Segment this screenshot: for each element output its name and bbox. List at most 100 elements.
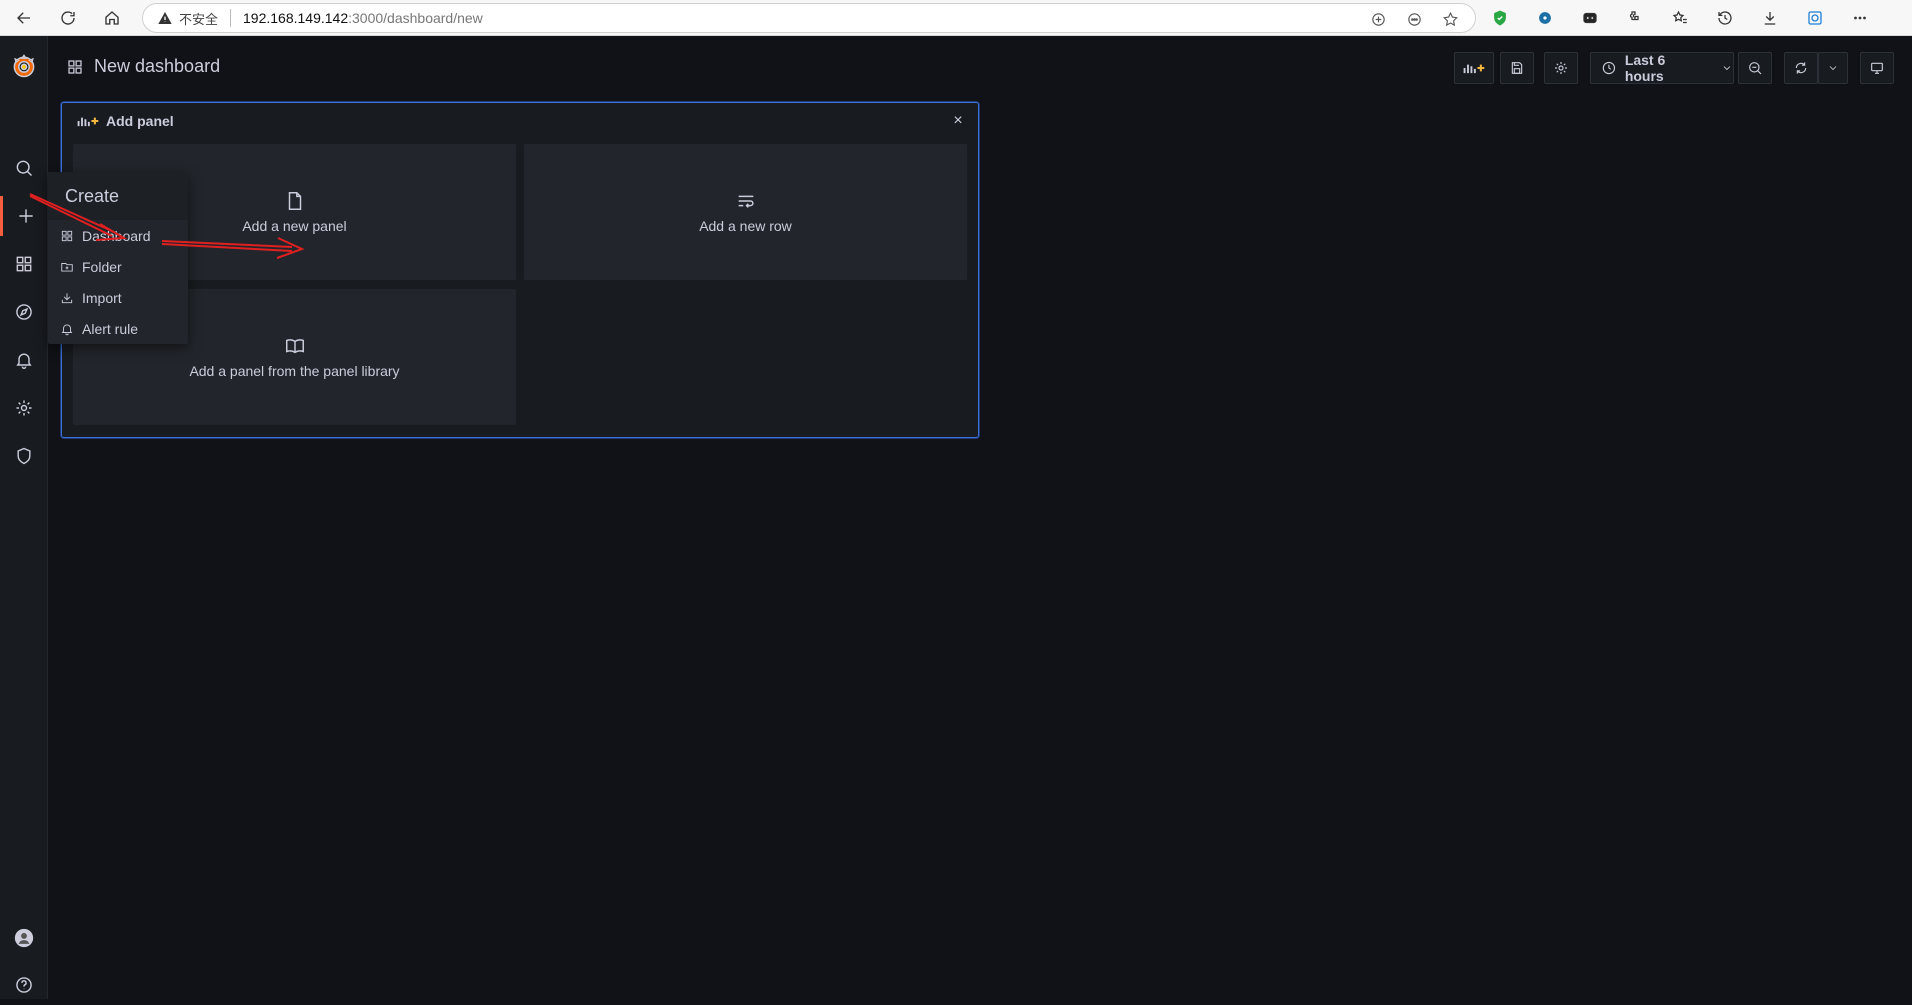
save-icon [1511,62,1523,74]
back-button[interactable] [6,0,42,36]
sidebar-item-profile[interactable] [0,918,48,958]
grafana-logo-button[interactable] [0,42,48,90]
home-button[interactable] [94,0,130,36]
create-menu-item-alert-rule[interactable]: Alert rule [48,313,188,344]
import-icon [61,292,73,303]
extension-shield-button[interactable] [1488,6,1512,30]
chevron-down-icon [1723,66,1731,71]
create-menu-item-folder[interactable]: Folder [48,251,188,282]
folder-plus-icon [61,262,73,272]
reload-icon [61,11,75,25]
home-icon [105,11,119,25]
page-title[interactable]: New dashboard [66,56,220,77]
sidebar-item-search[interactable] [0,148,48,188]
url-path: :3000/dashboard/new [348,10,483,26]
create-menu: Create Dashboard Folder Import Alert rul… [48,172,188,344]
add-panel-title: Add panel [106,113,174,129]
mask-icon [1583,12,1597,24]
bell-icon [16,353,32,369]
monitor-icon [1871,62,1883,74]
edge-ie-button[interactable] [1803,6,1827,30]
refresh-button[interactable] [1784,52,1818,84]
sidebar [0,36,48,999]
sidebar-item-configuration[interactable] [0,388,48,428]
sync-icon [1795,62,1807,74]
extension-gear-icon [1539,12,1551,24]
sidebar-item-alerting[interactable] [0,340,48,380]
plus-icon [18,209,33,223]
download-icon [1764,12,1776,25]
bell-icon [61,323,73,335]
shield-icon [17,447,31,465]
close-button[interactable]: × [948,111,968,131]
address-separator [230,9,232,27]
sidebar-item-dashboards[interactable] [0,244,48,284]
puzzle-icon [1629,11,1639,21]
favorite-button[interactable] [1439,8,1461,30]
extension-toolbar [1480,0,1872,36]
compass-icon [16,304,32,320]
add-new-panel-label: Add a new panel [242,218,347,234]
star-icon [1442,11,1458,26]
sidebar-item-help[interactable] [0,965,48,1005]
add-library-panel-label: Add a panel from the panel library [189,363,400,379]
add-panel-button[interactable] [1454,52,1494,84]
file-blank-icon [288,192,301,210]
downloads-button[interactable] [1758,6,1782,30]
dashboard-settings-button[interactable] [1544,52,1578,84]
zoom-out-button[interactable] [1738,52,1772,84]
add-new-row-label: Add a new row [699,218,792,234]
translate-icon [1371,12,1385,26]
shield-check-icon [1494,10,1506,26]
refresh-interval-dropdown[interactable] [1818,52,1848,84]
create-menu-title[interactable]: Create [48,172,188,220]
translate-button[interactable] [1367,8,1389,30]
time-range-label: Last 6 hours [1624,52,1666,84]
zoom-out-icon [1749,62,1762,75]
wrap-text-icon [738,195,754,208]
history-button[interactable] [1713,6,1737,30]
create-menu-item-label: Import [82,289,122,306]
insecure-label: 不安全 [179,12,219,28]
address-actions [1367,8,1461,30]
arrow-left-icon [17,12,30,24]
dashboard-navbar: New dashboard Last 6 hours [48,36,1912,100]
clock-icon [1602,61,1616,75]
cog-icon [16,400,32,416]
save-dashboard-button[interactable] [1500,52,1534,84]
extension-gear-button[interactable] [1533,6,1557,30]
ie-mode-icon [1808,11,1822,25]
extensions-button[interactable] [1623,6,1647,30]
browser-toolbar: 不安全 192.168.149.142:3000/dashboard/new [0,0,1912,36]
time-range-picker[interactable]: Last 6 hours [1590,52,1734,84]
search-icon [16,160,33,177]
create-menu-item-import[interactable]: Import [48,282,188,313]
add-new-row-button[interactable]: Add a new row [524,144,967,280]
add-panel-header: Add panel [76,113,174,129]
panel-add-icon [1463,64,1485,74]
extension-mask-button[interactable] [1578,6,1602,30]
create-menu-item-label: Folder [82,258,122,275]
cog-icon [1555,62,1567,74]
create-menu-item-label: Alert rule [82,320,139,337]
sidebar-item-server-admin[interactable] [0,436,48,476]
address-bar[interactable]: 不安全 192.168.149.142:3000/dashboard/new [142,3,1476,33]
favorites-button[interactable] [1668,6,1692,30]
apps-icon [68,59,82,74]
chevron-down-icon [1829,66,1837,71]
book-open-icon [285,339,304,354]
more-button[interactable] [1848,6,1872,30]
avatar-icon [14,928,34,948]
url-host: 192.168.149.142 [243,10,349,26]
panel-add-icon [77,117,99,127]
tv-mode-button[interactable] [1860,52,1894,84]
reload-button[interactable] [50,0,86,36]
warning-icon [158,12,172,24]
history-icon [1718,11,1732,25]
more-horizontal-icon [1854,16,1866,20]
create-menu-item-dashboard[interactable]: Dashboard [48,220,188,251]
sidebar-item-create[interactable] [0,196,48,236]
sidebar-item-explore[interactable] [0,292,48,332]
grafana-logo-icon [13,54,35,78]
reader-button[interactable] [1403,8,1425,30]
